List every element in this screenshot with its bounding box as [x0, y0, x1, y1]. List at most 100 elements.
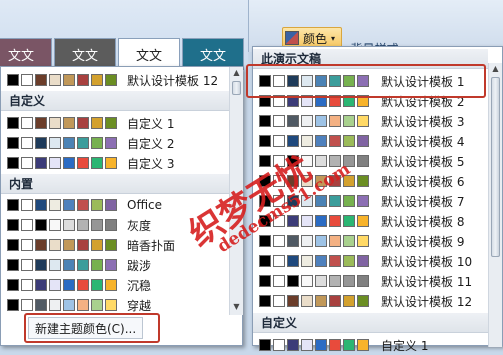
color-swatch: [35, 137, 47, 149]
color-swatch: [105, 199, 117, 211]
theme-color-name: 默认设计模板 4: [381, 134, 465, 149]
color-swatch: [315, 275, 327, 287]
color-swatch: [287, 115, 299, 127]
template-color-row[interactable]: 默认设计模板 3: [253, 111, 502, 131]
template-color-row[interactable]: 默认设计模板 12: [253, 291, 502, 311]
color-swatch: [77, 279, 89, 291]
color-swatch: [301, 215, 313, 227]
color-swatch: [287, 339, 299, 351]
color-swatches: [1, 259, 117, 271]
color-swatch: [63, 239, 75, 251]
builtin-color-row[interactable]: 跋涉: [1, 255, 242, 275]
color-swatch: [35, 239, 47, 251]
color-swatches: [1, 157, 117, 169]
color-swatch: [77, 299, 89, 311]
color-swatch: [7, 219, 19, 231]
color-swatch: [301, 339, 313, 351]
color-swatch: [301, 235, 313, 247]
template-color-row[interactable]: 默认设计模板 9: [253, 231, 502, 251]
color-swatch: [315, 255, 327, 267]
custom-color-row[interactable]: 自定义 2: [1, 133, 242, 153]
color-swatch: [63, 259, 75, 271]
theme-color-name: Office: [127, 198, 163, 212]
theme-color-name: 默认设计模板 12: [381, 294, 473, 309]
scroll-down-icon[interactable]: ▼: [230, 301, 243, 313]
color-swatch: [21, 199, 33, 211]
color-swatch: [357, 195, 369, 207]
color-swatch: [329, 195, 341, 207]
color-swatch: [315, 135, 327, 147]
color-swatch: [91, 117, 103, 129]
colors-button-label: 颜色: [303, 31, 328, 46]
color-swatch: [21, 219, 33, 231]
color-swatch: [315, 295, 327, 307]
template-color-row[interactable]: 默认设计模板 11: [253, 271, 502, 291]
color-swatch: [7, 239, 19, 251]
scroll-up-icon[interactable]: ▲: [489, 63, 502, 75]
color-swatch: [357, 215, 369, 227]
color-swatch: [315, 339, 327, 351]
color-swatch: [7, 117, 19, 129]
color-swatch: [7, 299, 19, 311]
theme-color-name: 自定义 3: [127, 156, 175, 171]
scrollbar-thumb[interactable]: [491, 77, 500, 257]
color-swatch: [35, 219, 47, 231]
color-swatch: [91, 259, 103, 271]
color-swatch: [63, 199, 75, 211]
color-swatch: [77, 219, 89, 231]
color-swatch: [273, 115, 285, 127]
builtin-color-row[interactable]: 沉稳: [1, 275, 242, 295]
color-swatch: [259, 135, 271, 147]
color-swatches: [1, 239, 117, 251]
color-swatch: [287, 255, 299, 267]
color-swatch: [77, 137, 89, 149]
color-swatch: [343, 295, 355, 307]
color-swatch: [63, 117, 75, 129]
color-swatch: [7, 157, 19, 169]
color-swatch: [357, 115, 369, 127]
color-swatch: [21, 239, 33, 251]
scrollbar-thumb[interactable]: [232, 81, 241, 95]
color-swatch: [63, 157, 75, 169]
color-swatch: [77, 157, 89, 169]
color-swatches: [253, 295, 369, 307]
scrollbar[interactable]: ▲: [488, 63, 502, 347]
color-swatch: [63, 219, 75, 231]
builtin-color-row[interactable]: 穿越: [1, 295, 242, 315]
theme-color-name: 默认设计模板 5: [381, 154, 465, 169]
color-swatch: [21, 117, 33, 129]
color-swatch: [273, 295, 285, 307]
color-swatch: [49, 137, 61, 149]
color-swatch: [329, 295, 341, 307]
color-swatch: [91, 137, 103, 149]
color-swatch: [301, 255, 313, 267]
color-swatch: [21, 74, 33, 86]
template-color-row[interactable]: 默认设计模板 10: [253, 251, 502, 271]
theme-color-name: 默认设计模板 8: [381, 214, 465, 229]
color-swatch: [35, 299, 47, 311]
color-swatch: [49, 259, 61, 271]
color-swatch: [301, 295, 313, 307]
custom-color-row[interactable]: 自定义 3: [1, 153, 242, 173]
color-swatch: [259, 275, 271, 287]
color-swatch: [63, 279, 75, 291]
theme-thumbnail-text: 文文: [71, 48, 98, 64]
color-swatch: [49, 299, 61, 311]
color-swatch: [35, 117, 47, 129]
color-swatch: [21, 157, 33, 169]
scroll-up-icon[interactable]: ▲: [230, 67, 243, 79]
color-swatch: [343, 115, 355, 127]
theme-color-name: 默认设计模板 7: [381, 194, 465, 209]
color-swatch: [357, 275, 369, 287]
color-swatch: [329, 115, 341, 127]
theme-color-name: 灰度: [127, 218, 152, 233]
color-swatch: [35, 74, 47, 86]
color-swatch: [77, 259, 89, 271]
color-swatches: [1, 117, 117, 129]
custom-color-row[interactable]: 自定义 1: [253, 335, 502, 355]
color-swatch: [77, 239, 89, 251]
color-swatch: [301, 135, 313, 147]
color-swatch: [105, 259, 117, 271]
custom-color-row[interactable]: 自定义 1: [1, 113, 242, 133]
theme-color-row[interactable]: 默认设计模板 12: [1, 70, 242, 90]
